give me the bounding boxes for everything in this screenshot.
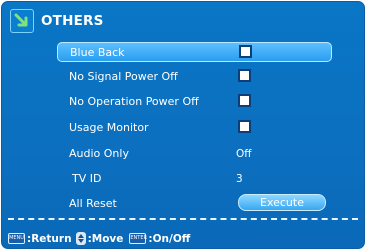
return-hint: :Return [27,232,72,245]
move-hint: :Move [87,232,124,245]
menu-item-label: Usage Monitor [69,121,149,134]
usage-monitor-checkbox[interactable] [238,120,251,133]
menu-item-label: All Reset [69,197,117,210]
menu-key-icon: MENU [8,233,25,244]
menu-item-label: TV ID [72,172,102,185]
footer-divider [8,218,358,220]
menu-item-tv-id[interactable]: TV ID 3 [57,169,332,189]
menu-item-blue-back[interactable]: Blue Back [57,42,332,62]
menu-item-label: No Signal Power Off [69,70,178,83]
up-down-key-icon [75,232,86,245]
onoff-hint: :On/Off [148,232,191,245]
menu-item-label: Audio Only [69,147,129,160]
others-menu-panel: OTHERS Blue Back No Signal Power Off No … [1,1,365,249]
page-title: OTHERS [41,13,104,29]
menu-item-label: Blue Back [70,46,125,59]
menu-item-no-signal-power-off[interactable]: No Signal Power Off [57,67,332,87]
no-operation-power-off-checkbox[interactable] [238,94,251,107]
menu-item-all-reset[interactable]: All Reset Execute [57,194,332,214]
execute-button[interactable]: Execute [238,194,326,211]
arrow-down-right-icon [10,9,34,33]
menu-item-audio-only[interactable]: Audio Only Off [57,144,332,164]
menu-item-no-operation-power-off[interactable]: No Operation Power Off [57,92,332,112]
no-signal-power-off-checkbox[interactable] [238,69,251,82]
menu-item-label: No Operation Power Off [69,95,199,108]
enter-key-icon: ENTER [129,233,147,244]
menu-item-usage-monitor[interactable]: Usage Monitor [57,118,332,138]
key-guide: MENU :Return :Move ENTER :On/Off [8,232,190,245]
audio-only-value: Off [236,148,252,160]
menu-header: OTHERS [10,8,104,34]
tv-id-value: 3 [236,173,243,185]
blue-back-checkbox[interactable] [239,45,252,58]
